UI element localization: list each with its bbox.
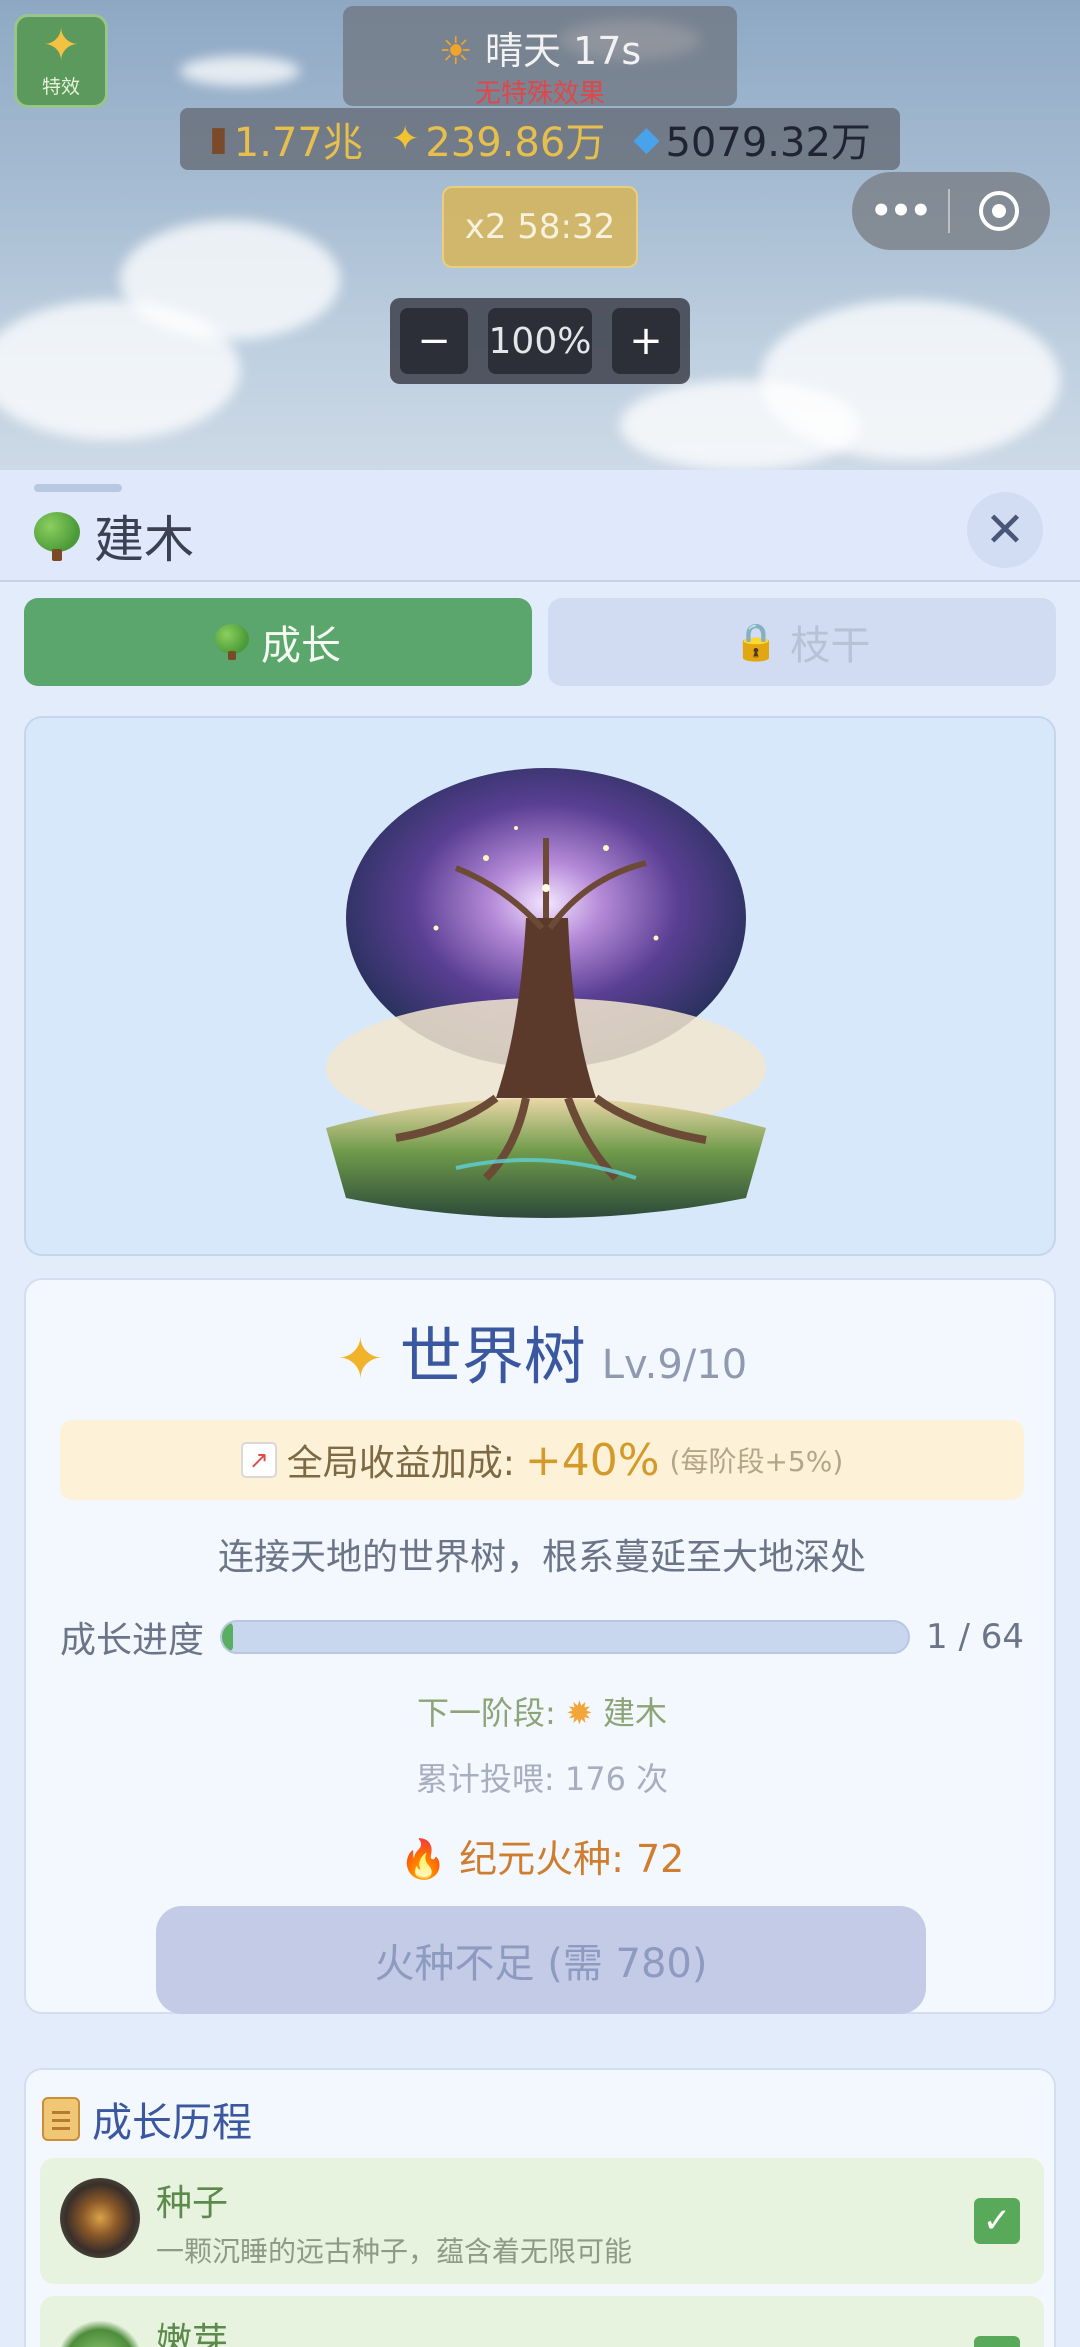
weather-label: 晴天 17s (484, 29, 642, 73)
zoom-control: − 100% + (390, 298, 690, 384)
fire-icon: 🔥 (399, 1837, 447, 1881)
cloud (180, 56, 300, 86)
tree-name: 世界树 (399, 1320, 586, 1393)
sparkle-icon: ✦ (336, 1327, 384, 1392)
progress-bar (220, 1620, 911, 1654)
cloud (120, 220, 340, 340)
tree-description: 连接天地的世界树，根系蔓延至大地深处 (217, 1537, 866, 1578)
panel-header: 建木 ✕ (0, 470, 1080, 582)
feed-button[interactable]: 火种不足 (需 780) (156, 1906, 926, 2014)
weather-panel: ☀ 晴天 17s 无特殊效果 (343, 6, 737, 109)
sprout-thumbnail (60, 2316, 140, 2347)
tab-branches[interactable]: 🔒 枝干 (548, 598, 1056, 686)
diamond-icon: ◆ (633, 119, 660, 159)
global-bonus-banner: ↗ 全局收益加成: +40% (每阶段+5%) (60, 1420, 1024, 1500)
chart-up-icon: ↗ (240, 1442, 277, 1478)
lock-icon: 🔒 (733, 622, 779, 663)
tree-level: Lv.9/10 (601, 1342, 748, 1388)
miniprogram-capsule: ••• (852, 172, 1050, 250)
sparkle-icon: ✦ (42, 19, 80, 71)
progress-count: 1 / 64 (926, 1617, 1024, 1657)
weather-effect: 无特殊效果 (474, 79, 605, 109)
progress-fill (222, 1622, 233, 1652)
more-icon[interactable]: ••• (852, 191, 948, 231)
wood-icon: ▮ (209, 119, 228, 159)
zoom-level: 100% (488, 308, 592, 374)
effects-label: 特效 (41, 75, 80, 98)
tree-info-card: ✦ 世界树 Lv.9/10 ↗ 全局收益加成: +40% (每阶段+5%) 连接… (24, 1278, 1056, 2014)
tree-icon (215, 624, 249, 660)
resource-sparkle: ✦ 239.86万 (390, 119, 606, 166)
resource-bar: ▮ 1.77兆 ✦ 239.86万 ◆ 5079.32万 (180, 108, 900, 170)
scroll-icon (42, 2097, 80, 2141)
next-stage: 下一阶段: ✹ 建木 (417, 1694, 667, 1732)
growth-history-card: 成长历程 种子 一颗沉睡的远古种子，蕴含着无限可能 ✓ 嫩芽 ✓ (24, 2068, 1056, 2347)
list-item: 嫩芽 ✓ (40, 2296, 1044, 2347)
effects-button[interactable]: ✦ 特效 (14, 14, 108, 108)
feed-count: 累计投喂: 176 次 (415, 1760, 669, 1798)
tree-icon (34, 511, 80, 561)
boost-timer-button[interactable]: x2 58:32 (442, 186, 638, 268)
ember-count: 🔥 纪元火种: 72 (399, 1837, 685, 1881)
history-title: 成长历程 (92, 2100, 252, 2146)
game-scene-header: ✦ 特效 ☀ 晴天 17s 无特殊效果 ▮ 1.77兆 ✦ 239.86万 ◆ … (0, 0, 1080, 470)
tab-bar: 成长 🔒 枝干 (24, 598, 1056, 686)
panel-title: 建木 (94, 511, 194, 569)
drag-handle[interactable] (34, 484, 122, 492)
tree-panel: 建木 ✕ 成长 🔒 枝干 ✦ 世界树 Lv.9/10 ↗ 全局收益加成: +40… (0, 470, 1080, 2347)
close-miniprogram-button[interactable] (950, 191, 1048, 231)
checkmark-icon: ✓ (974, 2336, 1020, 2347)
checkmark-icon: ✓ (974, 2198, 1020, 2244)
tree-image-card (24, 716, 1056, 1256)
close-button[interactable]: ✕ (967, 492, 1043, 568)
sparkle-icon: ✦ (390, 119, 420, 159)
list-item: 种子 一颗沉睡的远古种子，蕴含着无限可能 ✓ (40, 2158, 1044, 2284)
growth-progress: 成长进度 1 / 64 (60, 1617, 1024, 1661)
zoom-in-button[interactable]: + (612, 308, 680, 374)
resource-diamond: ◆ 5079.32万 (633, 119, 871, 166)
target-icon (979, 191, 1019, 231)
world-tree-illustration (326, 768, 766, 1218)
zoom-out-button[interactable]: − (400, 308, 468, 374)
bonus-value: +40% (524, 1434, 660, 1486)
sun-burst-icon: ✹ (565, 1694, 593, 1732)
seed-thumbnail (60, 2178, 140, 2258)
sun-icon: ☀ (438, 29, 473, 73)
cloud (620, 380, 860, 470)
tab-growth[interactable]: 成长 (24, 598, 532, 686)
resource-wood: ▮ 1.77兆 (209, 119, 363, 166)
